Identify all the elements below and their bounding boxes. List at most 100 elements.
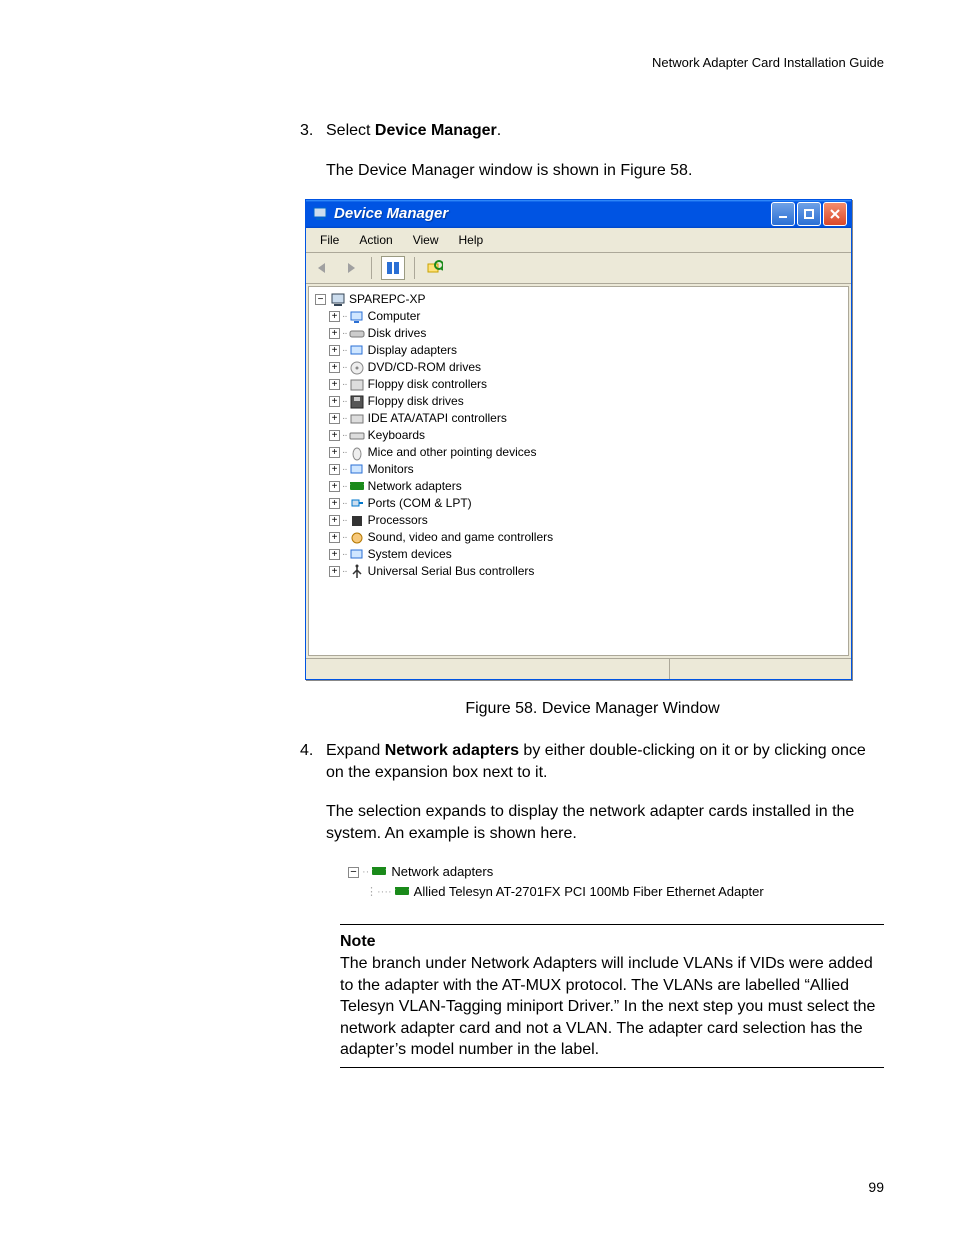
expand-icon[interactable]: + — [329, 379, 340, 390]
collapse-icon[interactable]: − — [348, 867, 359, 878]
tree-connector: ·· — [342, 563, 347, 580]
tree-item[interactable]: +··Floppy disk controllers — [315, 376, 846, 393]
tree-item[interactable]: +·· Ports (COM & LPT) — [315, 495, 846, 512]
system-icon — [349, 547, 365, 563]
keyboard-icon — [349, 428, 365, 444]
expand-icon[interactable]: + — [329, 396, 340, 407]
tree-item[interactable]: +··Keyboards — [315, 427, 846, 444]
expand-icon[interactable]: + — [329, 532, 340, 543]
tree-label: Floppy disk drives — [368, 393, 464, 410]
snippet-child-label: Allied Telesyn AT-2701FX PCI 100Mb Fiber… — [414, 882, 764, 902]
display-icon — [349, 343, 365, 359]
tree-label: DVD/CD-ROM drives — [368, 359, 481, 376]
expand-icon[interactable]: + — [329, 430, 340, 441]
menu-help[interactable]: Help — [449, 230, 494, 250]
status-pane-1 — [306, 659, 670, 679]
usb-icon — [349, 564, 365, 580]
step4-bold: Network adapters — [385, 742, 519, 759]
toolbar-separator-2 — [414, 257, 415, 279]
window-icon — [312, 206, 328, 222]
tree-connector: ·· — [342, 427, 347, 444]
expand-icon[interactable]: + — [329, 447, 340, 458]
tree-item[interactable]: +·· DVD/CD-ROM drives — [315, 359, 846, 376]
tree-item[interactable]: +·· System devices — [315, 546, 846, 563]
toolbar — [306, 253, 851, 284]
network-adapter-icon — [394, 884, 410, 900]
tree-label: Mice and other pointing devices — [368, 444, 537, 461]
tree-label: Universal Serial Bus controllers — [368, 563, 535, 580]
minimize-button[interactable] — [771, 202, 795, 226]
tree-connector: ·· — [342, 461, 347, 478]
tree-item[interactable]: +·· Display adapters — [315, 342, 846, 359]
tree-item[interactable]: +··Disk drives — [315, 325, 846, 342]
tree-label: Ports (COM & LPT) — [368, 495, 472, 512]
statusbar — [306, 658, 851, 679]
menu-file[interactable]: File — [310, 230, 349, 250]
dvd-icon — [349, 360, 365, 376]
tree-item[interactable]: +··Computer — [315, 308, 846, 325]
expand-icon[interactable]: + — [329, 498, 340, 509]
snippet-root-label: Network adapters — [391, 862, 493, 882]
disk-icon — [349, 326, 365, 342]
window-titlebar[interactable]: Device Manager — [306, 200, 851, 228]
tree-connector: ·· — [342, 546, 347, 563]
tree-connector: ·· — [342, 444, 347, 461]
device-tree[interactable]: − SPAREPC-XP +··Computer +··Disk drives … — [308, 286, 849, 656]
tree-connector: ·· — [342, 410, 347, 427]
tree-connector: ·· — [342, 359, 347, 376]
tree-item[interactable]: +·· Universal Serial Bus controllers — [315, 563, 846, 580]
tree-item[interactable]: +··Network adapters — [315, 478, 846, 495]
tree-item[interactable]: +··Floppy disk drives — [315, 393, 846, 410]
tree-label: Sound, video and game controllers — [368, 529, 553, 546]
scan-hardware-button[interactable] — [424, 257, 446, 279]
step4-after: The selection expands to display the net… — [326, 801, 885, 844]
back-button[interactable] — [312, 257, 334, 279]
snippet-root-row[interactable]: −·· Network adapters — [348, 862, 885, 882]
tree-label: Display adapters — [368, 342, 457, 359]
maximize-button[interactable] — [797, 202, 821, 226]
expand-icon[interactable]: + — [329, 311, 340, 322]
snippet-child-row[interactable]: ⋮···· Allied Telesyn AT-2701FX PCI 100Mb… — [348, 882, 885, 902]
forward-button[interactable] — [340, 257, 362, 279]
tree-item[interactable]: +·· Mice and other pointing devices — [315, 444, 846, 461]
tree-connector: ·· — [342, 512, 347, 529]
expand-icon[interactable]: + — [329, 328, 340, 339]
tree-label: Processors — [368, 512, 428, 529]
window-title: Device Manager — [334, 204, 771, 224]
tree-label: Computer — [368, 308, 421, 325]
page-header: Network Adapter Card Installation Guide — [652, 55, 884, 70]
tree-item[interactable]: +··Sound, video and game controllers — [315, 529, 846, 546]
properties-button[interactable] — [381, 256, 405, 280]
tree-label: Disk drives — [368, 325, 427, 342]
network-adapter-icon — [371, 864, 387, 880]
menu-action[interactable]: Action — [349, 230, 402, 250]
tree-connector: ·· — [342, 478, 347, 495]
tree-label: System devices — [368, 546, 452, 563]
expand-icon[interactable]: + — [329, 481, 340, 492]
expand-icon[interactable]: + — [329, 515, 340, 526]
tree-item[interactable]: +··IDE ATA/ATAPI controllers — [315, 410, 846, 427]
tree-connector: ·· — [342, 376, 347, 393]
tree-item[interactable]: +··Monitors — [315, 461, 846, 478]
tree-item[interactable]: +·· Processors — [315, 512, 846, 529]
expand-icon[interactable]: + — [329, 464, 340, 475]
figure-caption: Figure 58. Device Manager Window — [300, 698, 885, 720]
tree-connector: ·· — [362, 862, 369, 882]
tree-connector: ·· — [342, 495, 347, 512]
tree-root[interactable]: − SPAREPC-XP — [315, 291, 846, 308]
expand-icon[interactable]: + — [329, 362, 340, 373]
expand-icon[interactable]: + — [329, 413, 340, 424]
tree-connector: ·· — [342, 342, 347, 359]
expand-icon[interactable]: + — [329, 549, 340, 560]
menu-view[interactable]: View — [403, 230, 449, 250]
expand-icon[interactable]: + — [329, 345, 340, 356]
close-button[interactable] — [823, 202, 847, 226]
sound-icon — [349, 530, 365, 546]
collapse-icon[interactable]: − — [315, 294, 326, 305]
step3-suffix: . — [497, 122, 501, 139]
toolbar-separator — [371, 257, 372, 279]
expand-icon[interactable]: + — [329, 566, 340, 577]
network-adapter-icon — [349, 479, 365, 495]
ide-icon — [349, 411, 365, 427]
step3-text: Select Device Manager. — [326, 120, 885, 142]
